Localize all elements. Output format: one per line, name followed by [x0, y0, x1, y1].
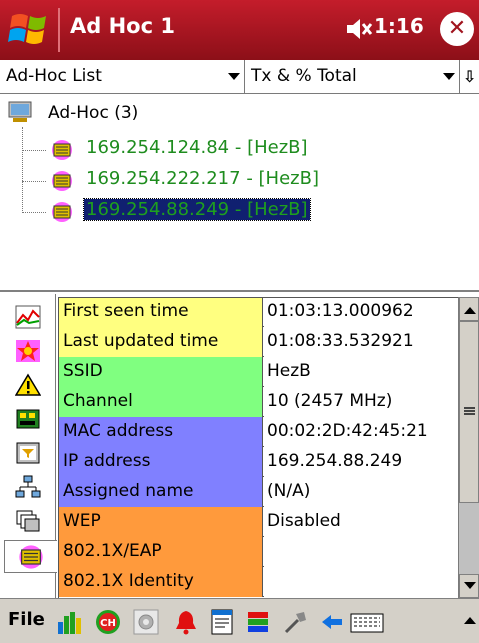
chevron-down-icon	[228, 73, 240, 80]
tab-alerts[interactable]	[4, 334, 52, 367]
clock[interactable]: 1:16	[374, 14, 424, 38]
detail-label: SSID	[58, 357, 263, 387]
detail-value: 169.254.88.249	[264, 447, 458, 477]
title-bar: Ad Hoc 1 1:16 ✕	[0, 0, 479, 60]
detail-row[interactable]: WEP Disabled	[58, 507, 458, 537]
detail-value	[264, 537, 458, 567]
computer-icon	[8, 101, 32, 122]
tree-node-label: 169.254.88.249 - [HezB]	[83, 198, 311, 221]
settings-icon[interactable]	[132, 608, 160, 636]
view-dropdown-value: Ad-Hoc List	[6, 66, 102, 86]
scroll-thumb[interactable]	[459, 321, 479, 503]
tree-root-label: Ad-Hoc (3)	[48, 103, 139, 123]
volume-muted-icon[interactable]	[345, 16, 373, 42]
detail-row[interactable]: 802.1X/EAP	[58, 537, 458, 567]
details-scrollbar[interactable]	[458, 297, 479, 598]
grip-icon	[464, 407, 475, 415]
detail-value: 00:02:2D:42:45:21	[264, 417, 458, 447]
app-title: Ad Hoc 1	[70, 14, 175, 38]
network-tree-icon	[15, 475, 41, 497]
tab-windows[interactable]	[4, 504, 52, 537]
detail-row[interactable]: SSID HezB	[58, 357, 458, 387]
bell-icon[interactable]	[172, 608, 200, 636]
detail-value: 10 (2457 MHz)	[264, 387, 458, 417]
keyboard-icon[interactable]	[350, 608, 384, 636]
chevron-down-icon	[443, 73, 455, 80]
filter-icon	[16, 442, 40, 463]
detail-row[interactable]: Last updated time 01:08:33.532921	[58, 327, 458, 357]
signal-bars-icon[interactable]	[56, 608, 84, 636]
bottom-toolbar: File CH	[0, 598, 479, 643]
scroll-up-button[interactable]	[459, 297, 479, 321]
tab-warnings[interactable]	[4, 368, 52, 401]
detail-label: Last updated time	[58, 327, 263, 357]
channel-icon[interactable]: CH	[94, 608, 122, 636]
tree-node-label: 169.254.222.217 - [HezB]	[86, 168, 319, 189]
detail-row[interactable]: Channel 10 (2457 MHz)	[58, 387, 458, 417]
detail-label: WEP	[58, 507, 263, 537]
detail-row[interactable]: Assigned name (N/A)	[58, 477, 458, 507]
detail-label: Channel	[58, 387, 263, 417]
detail-value: 01:03:13.000962	[264, 297, 458, 327]
tab-network-tree[interactable]	[4, 470, 52, 503]
detail-value: Disabled	[264, 507, 458, 537]
title-separator	[58, 8, 60, 52]
detail-label: MAC address	[58, 417, 263, 447]
graph-icon	[15, 305, 41, 328]
detail-label: First seen time	[58, 297, 263, 327]
detail-value: 01:08:33.532921	[264, 327, 458, 357]
view-dropdown[interactable]: Ad-Hoc List	[0, 60, 245, 93]
close-button[interactable]: ✕	[440, 12, 474, 46]
tools-icon[interactable]	[282, 608, 310, 636]
network-card-icon	[16, 409, 40, 428]
adhoc-tree[interactable]: Ad-Hoc (3) 169.254.124.84 - [HezB] 169.2…	[0, 95, 479, 292]
alert-burst-icon	[16, 339, 40, 362]
input-panel-toggle[interactable]	[462, 609, 478, 633]
adhoc-node-icon	[52, 171, 72, 191]
detail-label: Assigned name	[58, 477, 263, 507]
back-arrow-icon[interactable]	[318, 608, 346, 636]
detail-label: IP address	[58, 447, 263, 477]
warning-icon	[15, 373, 41, 396]
metric-dropdown-value: Tx & % Total	[251, 66, 357, 86]
tab-graph[interactable]	[4, 300, 52, 333]
tree-node-label: 169.254.124.84 - [HezB]	[86, 137, 308, 158]
tab-filter[interactable]	[4, 436, 52, 469]
svg-text:CH: CH	[100, 618, 116, 629]
detail-label: 802.1X/EAP	[58, 537, 263, 567]
detail-value	[264, 567, 458, 597]
tab-adapter[interactable]	[4, 402, 52, 435]
detail-row[interactable]: First seen time 01:03:13.000962	[58, 297, 458, 327]
detail-value: HezB	[264, 357, 458, 387]
windows-start-icon[interactable]	[8, 6, 54, 52]
adhoc-node-icon	[52, 140, 72, 160]
scroll-down-button[interactable]	[459, 574, 479, 598]
adhoc-nodes-icon	[19, 544, 43, 569]
sort-icon[interactable]: ⇩	[460, 64, 479, 90]
dropdown-row: Ad-Hoc List Tx & % Total ⇩	[0, 60, 479, 94]
side-tab-strip	[0, 294, 57, 598]
detail-row[interactable]: MAC address 00:02:2D:42:45:21	[58, 417, 458, 447]
detail-row[interactable]: IP address 169.254.88.249	[58, 447, 458, 477]
detail-label: 802.1X Identity	[58, 567, 263, 597]
adhoc-node-icon	[52, 202, 72, 222]
details-grid: First seen time 01:03:13.000962 Last upd…	[58, 297, 458, 598]
windows-icon	[16, 510, 40, 531]
tree-connector	[22, 127, 23, 213]
document-icon[interactable]	[208, 608, 236, 636]
tab-adhoc[interactable]	[4, 540, 57, 573]
color-bars-icon[interactable]	[244, 608, 272, 636]
metric-dropdown[interactable]: Tx & % Total	[245, 60, 460, 93]
file-menu[interactable]: File	[8, 609, 45, 630]
detail-value: (N/A)	[264, 477, 458, 507]
detail-row[interactable]: 802.1X Identity	[58, 567, 458, 597]
